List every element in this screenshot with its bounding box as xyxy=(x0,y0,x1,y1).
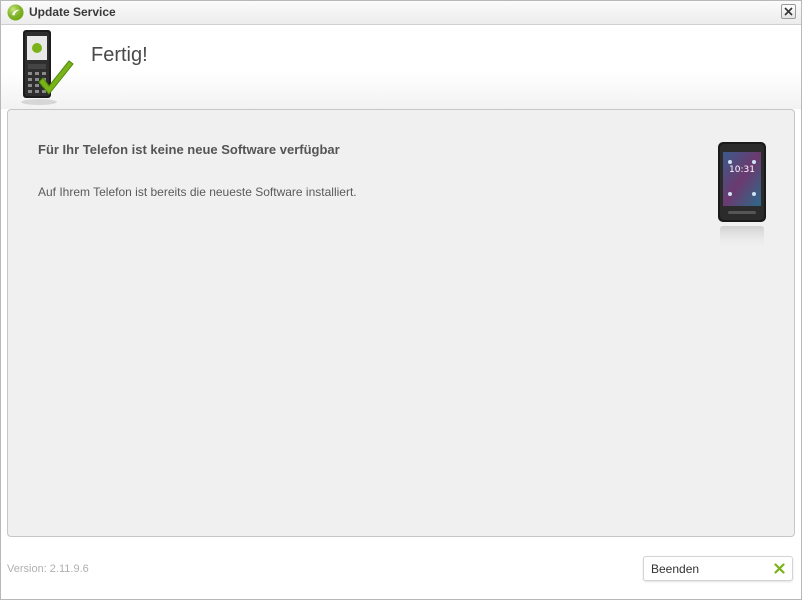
close-button[interactable] xyxy=(781,4,796,19)
page-title: Fertig! xyxy=(91,44,148,66)
sony-ericsson-logo-icon xyxy=(7,4,24,21)
title-bar: Update Service xyxy=(1,1,801,25)
phone-screen-clock: 10:31 xyxy=(729,165,755,175)
content-panel: Für Ihr Telefon ist keine neue Software … xyxy=(7,109,795,537)
x-icon xyxy=(774,563,785,574)
status-heading: Für Ihr Telefon ist keine neue Software … xyxy=(38,142,340,157)
window-title: Update Service xyxy=(29,5,116,19)
finish-button-label: Beenden xyxy=(651,562,700,576)
finish-button[interactable]: Beenden xyxy=(643,556,793,581)
update-service-window: Update Service Fertig! Für Ihr Telefon i… xyxy=(0,0,802,600)
phone-image: 10:31 xyxy=(718,142,766,250)
phone-checkmark-icon xyxy=(21,30,74,105)
version-label: Version: 2.11.9.6 xyxy=(7,563,89,575)
close-icon xyxy=(784,7,793,16)
header: Fertig! xyxy=(1,25,801,109)
status-message: Auf Ihrem Telefon ist bereits die neuest… xyxy=(38,185,357,199)
